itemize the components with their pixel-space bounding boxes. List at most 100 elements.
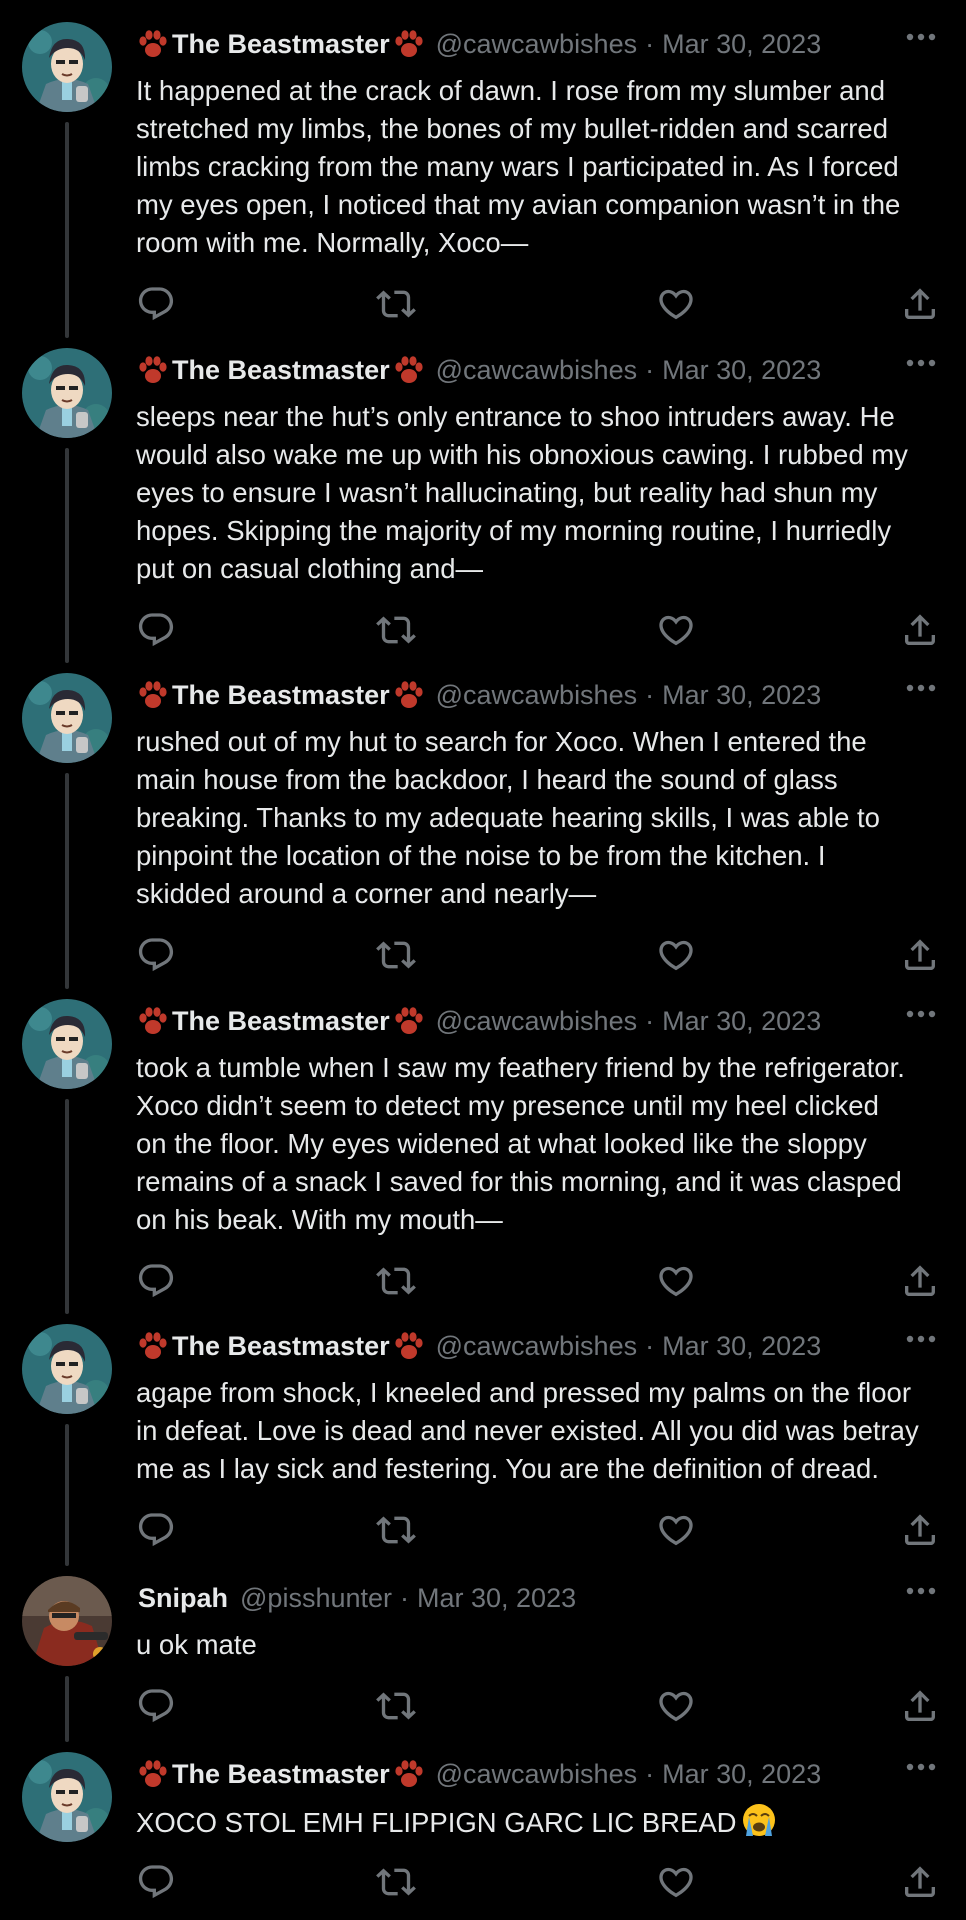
author-handle[interactable]: @cawcawbishes (436, 999, 638, 1043)
retweet-icon[interactable] (376, 1686, 416, 1726)
header-separator: · (645, 1331, 655, 1361)
tweet-action-bar (136, 1261, 946, 1301)
retweet-icon[interactable] (376, 1862, 416, 1902)
tweet-text-line-content: put on casual clothing and— (136, 553, 484, 584)
share-icon[interactable] (900, 1686, 940, 1726)
tweet-action-bar (136, 610, 946, 650)
like-icon[interactable] (656, 1686, 696, 1726)
tweet-text: took a tumble when I saw my feathery fri… (136, 1049, 946, 1239)
tweet-text-line-content: rushed out of my hut to search for Xoco.… (136, 726, 867, 757)
share-icon[interactable] (900, 284, 940, 324)
reply-icon[interactable] (136, 1510, 176, 1550)
loudly-crying-face-emoji (741, 1802, 777, 1838)
tweet-text-line: skidded around a corner and nearly— (136, 875, 946, 913)
reply-icon[interactable] (136, 1862, 176, 1902)
reply-icon[interactable] (136, 610, 176, 650)
share-icon[interactable] (900, 1510, 940, 1550)
avatar-beastmaster[interactable] (22, 673, 112, 763)
tweet-content: Snipah @pisshunter · Mar 30, 2023 u ok mate (136, 1576, 946, 1723)
tweet-text-line: pinpoint the location of the noise to be… (136, 837, 946, 875)
tweet-header: The Beastmaster @cawcawbishes · Mar 30, 202… (136, 22, 946, 66)
author-display-name[interactable]: Snipah (138, 1576, 228, 1620)
tweet-text: rushed out of my hut to search for Xoco.… (136, 723, 946, 913)
more-icon[interactable] (906, 1007, 936, 1021)
retweet-icon[interactable] (376, 1510, 416, 1550)
tweet-text-line: would also wake me up with his obnoxious… (136, 436, 946, 474)
avatar-beastmaster[interactable] (22, 1324, 112, 1414)
tweet-header: The Beastmaster @cawcawbishes · Mar 30, 202… (136, 673, 946, 717)
reply-icon[interactable] (136, 1261, 176, 1301)
avatar-snipah[interactable] (22, 1576, 112, 1666)
thread-connector-line (65, 1676, 69, 1742)
author-handle[interactable]: @cawcawbishes (436, 348, 638, 392)
header-separator: · (645, 355, 655, 385)
tweet-date[interactable]: Mar 30, 2023 (662, 999, 821, 1043)
avatar-beastmaster[interactable] (22, 999, 112, 1089)
like-icon[interactable] (656, 610, 696, 650)
author-handle[interactable]: @cawcawbishes (436, 673, 638, 717)
tweet-date[interactable]: Mar 30, 2023 (662, 348, 821, 392)
tweet-text-line-content: me as I lay sick and festering. You are … (136, 1453, 879, 1484)
retweet-icon[interactable] (376, 284, 416, 324)
more-icon[interactable] (906, 356, 936, 370)
reply-icon[interactable] (136, 935, 176, 975)
avatar-beastmaster[interactable] (22, 348, 112, 438)
share-icon[interactable] (900, 935, 940, 975)
paw-print-icon (392, 27, 426, 61)
like-icon[interactable] (656, 1862, 696, 1902)
author-display-name[interactable]: The Beastmaster (172, 999, 390, 1043)
tweet-header: The Beastmaster @cawcawbishes · Mar 30, 202… (136, 348, 946, 392)
thread-connector-line (65, 1424, 69, 1566)
avatar-beastmaster[interactable] (22, 22, 112, 112)
tweet-text-line: me as I lay sick and festering. You are … (136, 1450, 946, 1488)
retweet-icon[interactable] (376, 935, 416, 975)
more-icon[interactable] (906, 1584, 936, 1598)
tweet-action-bar (136, 935, 946, 975)
author-display-name[interactable]: The Beastmaster (172, 22, 390, 66)
tweet-action-bar (136, 1686, 946, 1726)
tweet-date[interactable]: Mar 30, 2023 (662, 673, 821, 717)
share-icon[interactable] (900, 1261, 940, 1301)
more-icon[interactable] (906, 1760, 936, 1774)
conversation-thread: The Beastmaster @cawcawbishes · Mar 30, 202… (0, 0, 966, 1920)
reply-icon[interactable] (136, 1686, 176, 1726)
author-display-name[interactable]: The Beastmaster (172, 673, 390, 717)
share-icon[interactable] (900, 1862, 940, 1902)
author-handle[interactable]: @cawcawbishes (436, 1752, 638, 1796)
share-icon[interactable] (900, 610, 940, 650)
author-display-name[interactable]: The Beastmaster (172, 348, 390, 392)
like-icon[interactable] (656, 935, 696, 975)
tweet-text-line-content: in defeat. Love is dead and never existe… (136, 1415, 919, 1446)
tweet-text-line: u ok mate (136, 1626, 946, 1664)
tweet-text: It happened at the crack of dawn. I rose… (136, 72, 946, 262)
like-icon[interactable] (656, 284, 696, 324)
like-icon[interactable] (656, 1261, 696, 1301)
tweet-date[interactable]: Mar 30, 2023 (662, 1324, 821, 1368)
author-display-name[interactable]: The Beastmaster (172, 1752, 390, 1796)
more-icon[interactable] (906, 1332, 936, 1346)
more-icon[interactable] (906, 681, 936, 695)
tweet-text-line-content: skidded around a corner and nearly— (136, 878, 597, 909)
paw-print-icon (392, 353, 426, 387)
author-handle[interactable]: @cawcawbishes (436, 1324, 638, 1368)
tweet-text-line-content: on his beak. With my mouth— (136, 1204, 503, 1235)
tweet-text-line-content: hopes. Skipping the majority of my morni… (136, 515, 892, 546)
tweet-text-line-content: agape from shock, I kneeled and pressed … (136, 1377, 912, 1408)
retweet-icon[interactable] (376, 1261, 416, 1301)
reply-icon[interactable] (136, 284, 176, 324)
author-handle[interactable]: @cawcawbishes (436, 22, 638, 66)
tweet-text-line: rushed out of my hut to search for Xoco.… (136, 723, 946, 761)
author-handle[interactable]: @pisshunter (240, 1576, 392, 1620)
avatar-beastmaster[interactable] (22, 1752, 112, 1842)
author-display-name[interactable]: The Beastmaster (172, 1324, 390, 1368)
tweet-date[interactable]: Mar 30, 2023 (662, 1752, 821, 1796)
tweet-text-line: stretched my limbs, the bones of my bull… (136, 110, 946, 148)
tweet-date[interactable]: Mar 30, 2023 (662, 22, 821, 66)
more-icon[interactable] (906, 30, 936, 44)
like-icon[interactable] (656, 1510, 696, 1550)
tweet-text-line: eyes to ensure I wasn’t hallucinating, b… (136, 474, 946, 512)
retweet-icon[interactable] (376, 610, 416, 650)
paw-print-icon (392, 678, 426, 712)
header-separator: · (645, 680, 655, 710)
tweet-date[interactable]: Mar 30, 2023 (417, 1576, 576, 1620)
